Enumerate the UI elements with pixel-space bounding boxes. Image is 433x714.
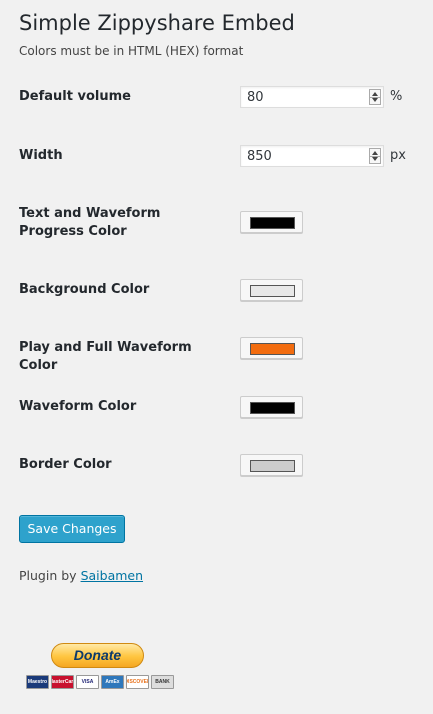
volume-unit: % <box>390 89 403 104</box>
page-subtitle: Colors must be in HTML (HEX) format <box>19 44 244 58</box>
color-swatch <box>250 402 295 414</box>
text-waveform-progress-color-label: Text and Waveform Progress Color <box>19 206 161 239</box>
visa-card-icon: VISA <box>76 675 99 689</box>
width-value: 850 <box>247 149 272 164</box>
default-volume-input[interactable]: 80 <box>240 86 384 108</box>
width-input[interactable]: 850 <box>240 145 384 167</box>
spinner-up-icon[interactable] <box>372 151 378 155</box>
text-waveform-progress-color-picker[interactable] <box>240 211 303 233</box>
save-changes-button[interactable]: Save Changes <box>19 515 125 543</box>
border-color-picker[interactable] <box>240 454 303 476</box>
width-spinner[interactable] <box>369 148 381 164</box>
width-unit: px <box>390 148 406 163</box>
play-full-waveform-color-label: Play and Full Waveform Color <box>19 340 192 373</box>
plugin-credit: Plugin by Saibamen <box>19 568 143 583</box>
spinner-down-icon[interactable] <box>372 98 378 102</box>
amex-card-icon: AmEx <box>101 675 124 689</box>
color-swatch <box>250 343 295 355</box>
maestro-card-icon: Maestro <box>26 675 49 689</box>
volume-spinner[interactable] <box>369 89 381 105</box>
bank-card-icon: BANK <box>151 675 174 689</box>
spinner-down-icon[interactable] <box>372 157 378 161</box>
waveform-color-picker[interactable] <box>240 396 303 418</box>
author-link[interactable]: Saibamen <box>81 568 143 583</box>
default-volume-value: 80 <box>247 90 264 105</box>
donate-button[interactable]: Donate <box>51 643 144 668</box>
color-swatch <box>250 460 295 472</box>
background-color-picker[interactable] <box>240 279 303 301</box>
waveform-color-label: Waveform Color <box>19 399 137 414</box>
spinner-up-icon[interactable] <box>372 92 378 96</box>
border-color-label: Border Color <box>19 457 112 472</box>
default-volume-label: Default volume <box>19 89 131 104</box>
discover-card-icon: DISCOVER <box>126 675 149 689</box>
background-color-label: Background Color <box>19 282 150 297</box>
plugin-by-text: Plugin by <box>19 568 77 583</box>
color-swatch <box>250 217 295 229</box>
color-swatch <box>250 285 295 297</box>
play-full-waveform-color-picker[interactable] <box>240 337 303 359</box>
payment-cards: Maestro MasterCard VISA AmEx DISCOVER BA… <box>26 675 174 689</box>
page-title: Simple Zippyshare Embed <box>19 11 295 35</box>
width-label: Width <box>19 148 63 163</box>
mastercard-card-icon: MasterCard <box>51 675 74 689</box>
